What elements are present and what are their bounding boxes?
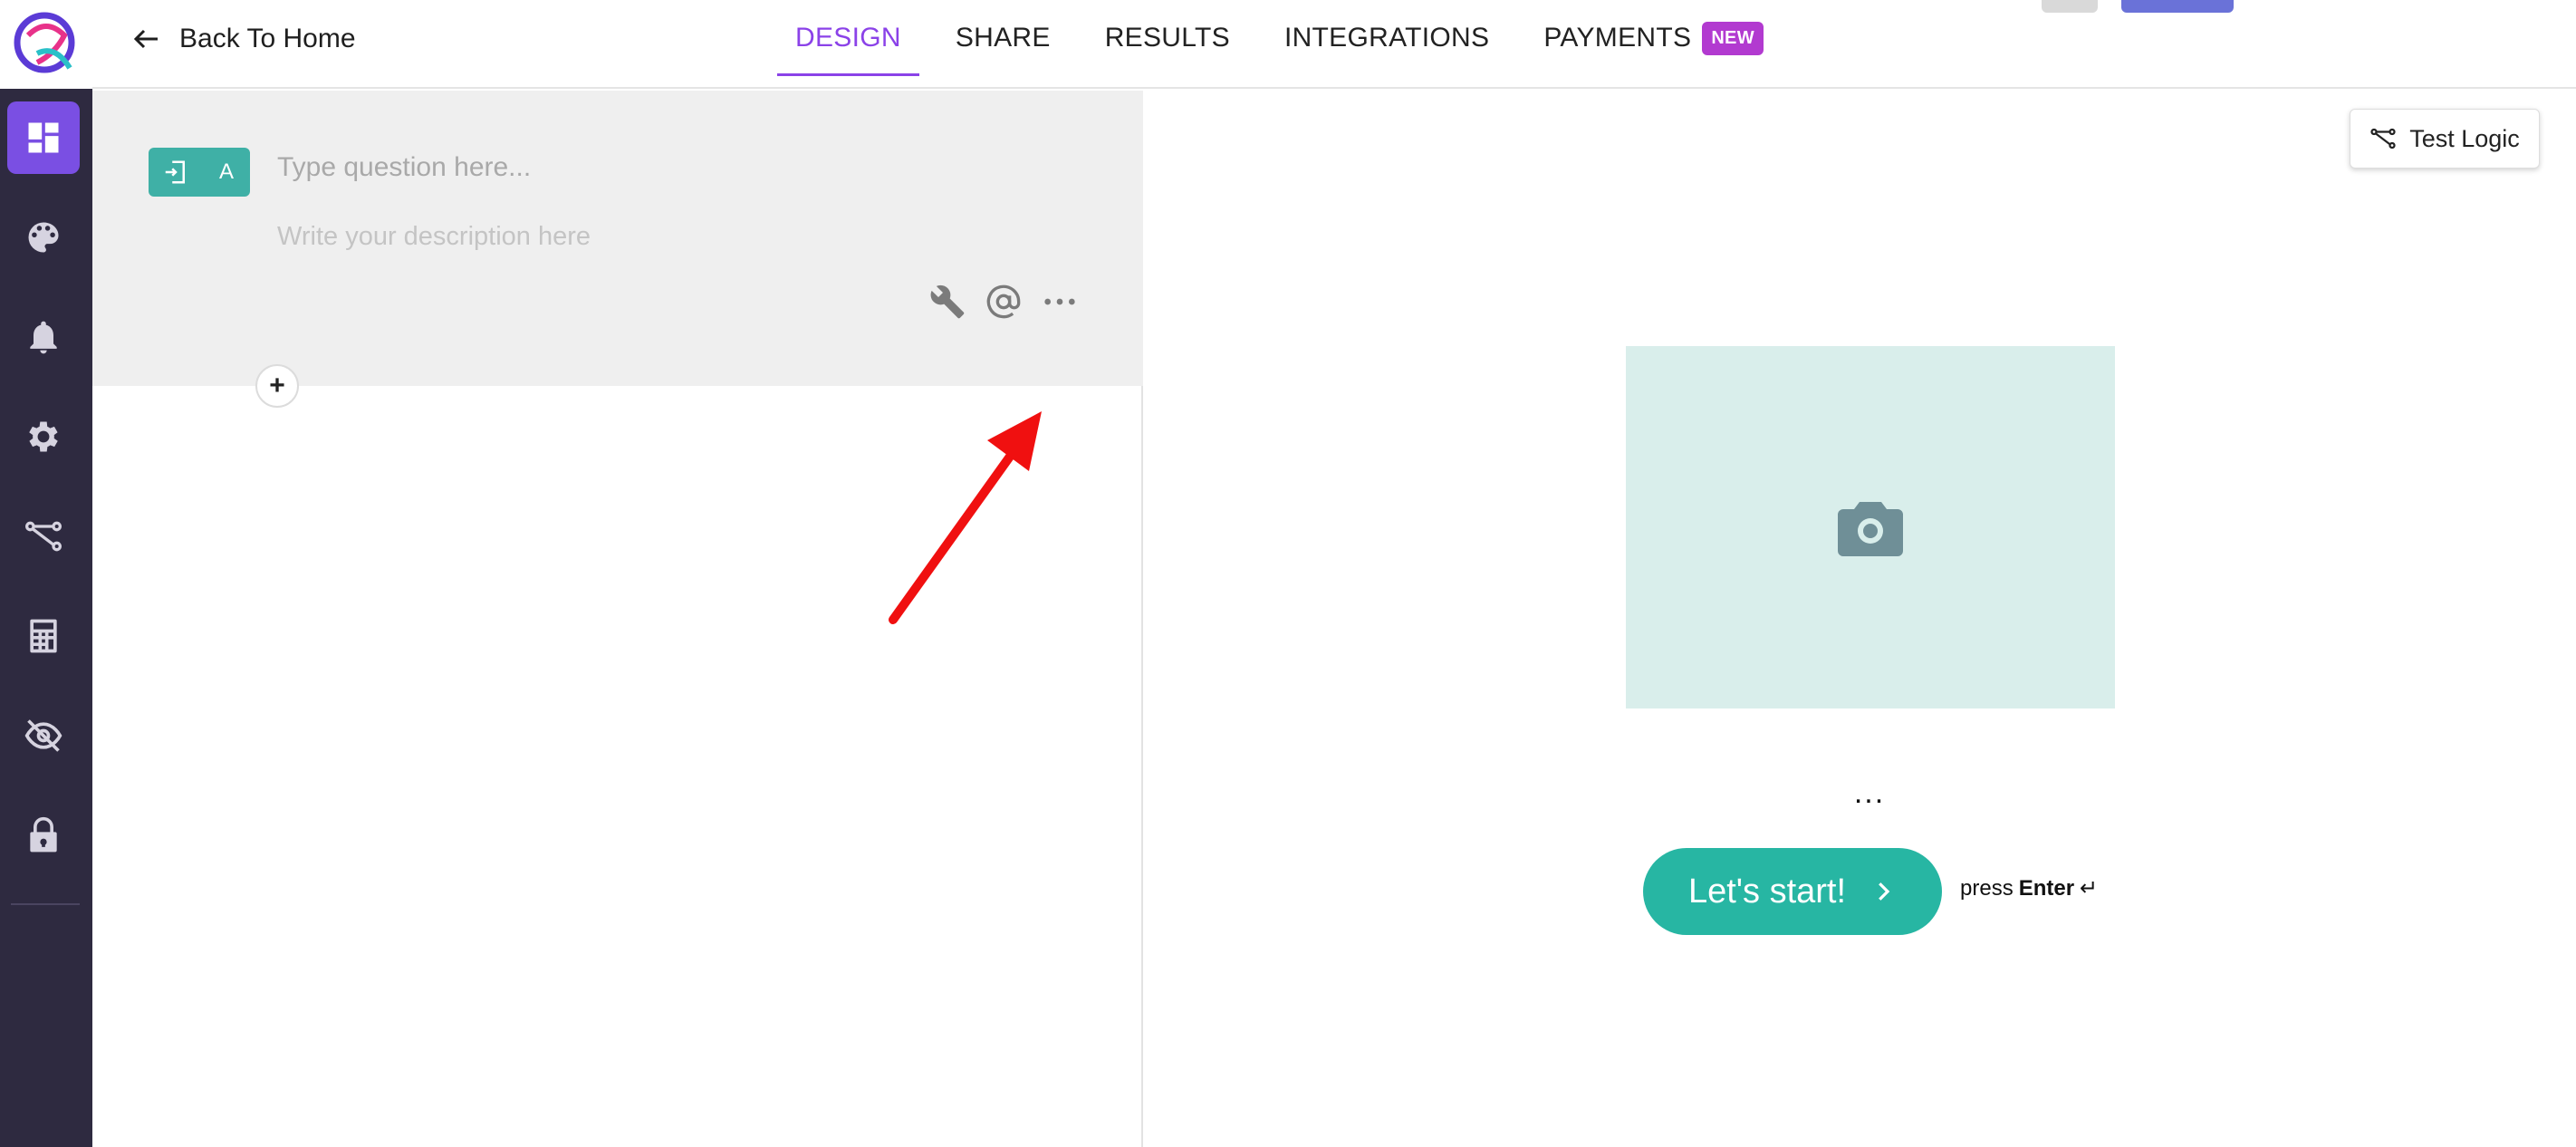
top-header: Back To Home DESIGN SHARE RESULTS INTEGR…: [92, 0, 2576, 89]
tab-payments[interactable]: PAYMENTS NEW: [1525, 0, 1782, 76]
sidebar-divider: [11, 903, 80, 905]
sidebar: [0, 0, 92, 1147]
question-editor-panel: A +: [92, 91, 1143, 1147]
form-preview-panel: Test Logic ... Let's start! press Enter …: [1145, 91, 2576, 1147]
add-question-button[interactable]: +: [255, 364, 299, 408]
lets-start-label: Let's start!: [1687, 872, 1847, 911]
lock-icon: [30, 816, 57, 853]
app-logo[interactable]: [0, 0, 92, 89]
press-key: Enter: [2018, 875, 2075, 901]
gear-icon: [29, 421, 58, 452]
sidebar-item-notifications[interactable]: [7, 301, 80, 373]
tab-payments-label: PAYMENTS: [1543, 23, 1692, 53]
logic-flow-icon: [25, 521, 62, 552]
question-type-badge[interactable]: A: [149, 148, 250, 197]
mention-button[interactable]: [985, 284, 1022, 320]
sidebar-item-visibility[interactable]: [7, 699, 80, 772]
logic-flow-icon: [2370, 128, 2396, 149]
wrench-button[interactable]: [929, 284, 966, 320]
calculator-icon: [30, 619, 57, 653]
back-to-home-link[interactable]: Back To Home: [130, 18, 356, 60]
question-card[interactable]: A: [92, 91, 1143, 386]
main-tabs: DESIGN SHARE RESULTS INTEGRATIONS PAYMEN…: [777, 0, 1782, 89]
palette-icon: [28, 222, 59, 253]
camera-icon: [1838, 502, 1903, 556]
test-logic-button[interactable]: Test Logic: [2350, 109, 2540, 169]
sidebar-item-settings[interactable]: [7, 400, 80, 473]
test-logic-label: Test Logic: [2409, 124, 2520, 152]
tab-design-label: DESIGN: [795, 23, 901, 53]
header-secondary-button[interactable]: [2042, 0, 2098, 13]
back-to-home-label: Back To Home: [179, 24, 356, 53]
arrow-left-icon: [133, 29, 158, 49]
logo-icon: [14, 12, 75, 73]
chevron-right-icon: [1879, 882, 1890, 901]
header-primary-button[interactable]: [2121, 0, 2234, 13]
press-enter-hint: press Enter ↵: [1960, 875, 2098, 901]
question-input[interactable]: [277, 145, 1074, 190]
bell-icon: [30, 321, 57, 354]
tab-design[interactable]: DESIGN: [777, 0, 919, 76]
tab-results[interactable]: RESULTS: [1087, 0, 1248, 76]
question-toolbar: [929, 279, 1078, 324]
image-placeholder[interactable]: [1626, 346, 2115, 708]
press-prefix: press: [1960, 875, 2014, 901]
new-badge: NEW: [1702, 21, 1764, 55]
sidebar-item-design[interactable]: [7, 101, 80, 174]
more-options-button[interactable]: [1042, 284, 1078, 320]
lets-start-button[interactable]: Let's start!: [1643, 848, 1942, 935]
dashboard-icon: [28, 122, 59, 153]
more-icon: [1044, 298, 1075, 305]
description-input[interactable]: [277, 214, 1074, 259]
sidebar-item-calculator[interactable]: [7, 600, 80, 672]
sidebar-item-logic[interactable]: [7, 500, 80, 573]
tab-integrations[interactable]: INTEGRATIONS: [1266, 0, 1507, 76]
welcome-screen-icon: [149, 148, 203, 197]
wrench-icon: [930, 284, 965, 319]
tab-results-label: RESULTS: [1104, 23, 1230, 53]
welcome-text-ellipsis: ...: [1853, 776, 1886, 810]
tab-integrations-label: INTEGRATIONS: [1283, 23, 1490, 53]
question-letter: A: [218, 159, 234, 184]
annotation-arrow: [889, 411, 1042, 624]
sidebar-item-security[interactable]: [7, 799, 80, 872]
enter-key-icon: ↵: [2080, 876, 2099, 901]
app-root: Back To Home DESIGN SHARE RESULTS INTEGR…: [0, 0, 2576, 1147]
tab-share-label: SHARE: [955, 23, 1051, 53]
sidebar-item-theme[interactable]: [7, 201, 80, 274]
at-icon: [986, 284, 1021, 319]
eye-off-icon: [24, 719, 62, 752]
tab-share[interactable]: SHARE: [937, 0, 1069, 76]
